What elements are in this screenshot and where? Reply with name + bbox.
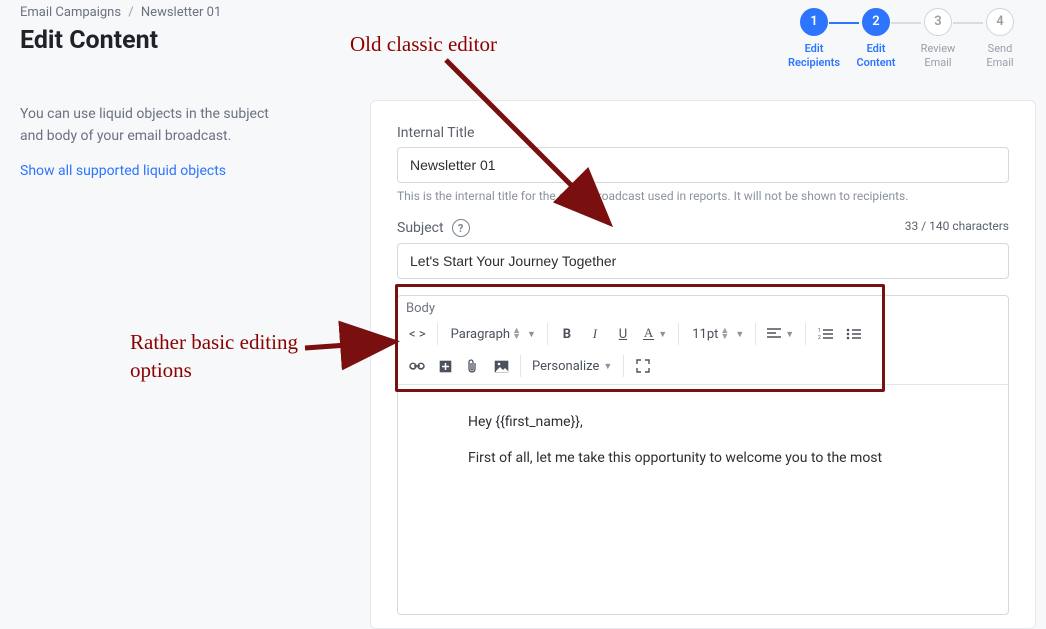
svg-text:1: 1 — [818, 328, 821, 334]
image-icon — [494, 360, 509, 373]
progress-stepper: 1 EditRecipients 2 EditContent 3 ReviewE… — [783, 8, 1031, 71]
link-button[interactable] — [404, 352, 430, 380]
font-size-dropdown[interactable]: 11pt▲▼▼ — [685, 320, 749, 348]
step-send-email[interactable]: 4 SendEmail — [969, 8, 1031, 71]
subject-char-count: 33 / 140 characters — [905, 219, 1009, 233]
italic-button[interactable]: I — [582, 320, 608, 348]
liquid-objects-link[interactable]: Show all supported liquid objects — [20, 161, 270, 183]
align-left-icon — [767, 328, 781, 340]
step-edit-recipients[interactable]: 1 EditRecipients — [783, 8, 845, 71]
image-button[interactable] — [488, 352, 514, 380]
text-color-button[interactable]: A▼ — [638, 320, 672, 348]
editor-toolbar: < > Paragraph▲▼▼ B I U A▼ 11pt▲▼▼ ▼ 12 — [398, 316, 1008, 385]
body-line-1: Hey {{first_name}}, — [468, 411, 938, 433]
insert-button[interactable] — [432, 352, 458, 380]
paperclip-icon — [468, 359, 478, 374]
body-line-2: First of all, let me take this opportuni… — [468, 447, 938, 469]
breadcrumb-leaf: Newsletter 01 — [141, 5, 221, 20]
subject-label: Subject — [397, 220, 444, 236]
ordered-list-button[interactable]: 12 — [812, 320, 838, 348]
help-text: You can use liquid objects in the subjec… — [20, 104, 270, 147]
page-title: Edit Content — [20, 26, 740, 55]
fullscreen-button[interactable] — [630, 352, 656, 380]
unordered-list-button[interactable] — [840, 320, 866, 348]
internal-title-hint: This is the internal title for the email… — [397, 189, 1009, 203]
internal-title-input[interactable] — [397, 147, 1009, 183]
subject-help-icon[interactable]: ? — [452, 219, 470, 237]
plus-square-icon — [439, 360, 452, 373]
body-label: Body — [398, 296, 1008, 316]
step-number: 3 — [924, 8, 952, 36]
body-editor: Body < > Paragraph▲▼▼ B I U A▼ 11pt▲▼▼ ▼… — [397, 295, 1009, 615]
svg-text:2: 2 — [818, 335, 821, 340]
step-number: 4 — [986, 8, 1014, 36]
body-textarea[interactable]: Hey {{first_name}}, First of all, let me… — [398, 385, 1008, 510]
code-view-button[interactable]: < > — [404, 320, 431, 348]
annotation-basic-editing: Rather basic editing options — [130, 328, 330, 385]
step-review-email[interactable]: 3 ReviewEmail — [907, 8, 969, 71]
link-icon — [409, 361, 425, 371]
align-button[interactable]: ▼ — [762, 320, 799, 348]
content-form-panel: Internal Title This is the internal titl… — [370, 100, 1036, 629]
breadcrumb-root[interactable]: Email Campaigns — [20, 5, 121, 20]
bold-button[interactable]: B — [554, 320, 580, 348]
breadcrumb-separator: / — [128, 5, 133, 20]
breadcrumb: Email Campaigns / Newsletter 01 — [20, 5, 740, 20]
step-number: 2 — [862, 8, 890, 36]
internal-title-label: Internal Title — [397, 125, 1009, 141]
attachment-button[interactable] — [460, 352, 486, 380]
block-format-dropdown[interactable]: Paragraph▲▼▼ — [444, 320, 541, 348]
ordered-list-icon: 12 — [818, 328, 833, 340]
unordered-list-icon — [846, 328, 861, 340]
subject-input[interactable] — [397, 243, 1009, 279]
underline-button[interactable]: U — [610, 320, 636, 348]
step-edit-content[interactable]: 2 EditContent — [845, 8, 907, 71]
personalize-dropdown[interactable]: Personalize▼ — [527, 352, 617, 380]
step-number: 1 — [800, 8, 828, 36]
fullscreen-icon — [636, 359, 650, 373]
